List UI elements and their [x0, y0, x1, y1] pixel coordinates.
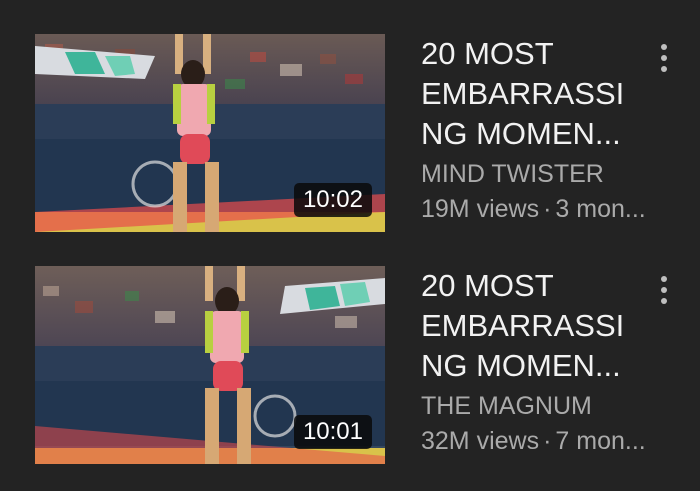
video-title-line: EMBARRASSI: [421, 76, 625, 111]
video-title[interactable]: 20 MOST EMBARRASSI NG MOMEN...: [421, 34, 676, 154]
video-duration: 10:01: [293, 415, 372, 449]
menu-dot: [661, 44, 667, 50]
video-title-line: NG MOMEN...: [421, 348, 621, 383]
upload-age: 7 mon...: [555, 427, 646, 455]
more-options-button[interactable]: [652, 270, 676, 310]
view-count: 32M views: [421, 427, 540, 455]
menu-dot: [661, 55, 667, 61]
video-title-line: NG MOMEN...: [421, 116, 621, 151]
video-info[interactable]: 20 MOST EMBARRASSI NG MOMEN... MIND TWIS…: [421, 34, 676, 227]
channel-name[interactable]: THE MAGNUM: [421, 389, 676, 424]
video-duration: 10:02: [293, 183, 372, 217]
video-title-line: 20 MOST: [421, 268, 554, 303]
video-card[interactable]: 10:01 20 MOST EMBARRASSI NG MOMEN... THE…: [0, 266, 700, 466]
video-title-line: EMBARRASSI: [421, 308, 625, 343]
menu-dot: [661, 66, 667, 72]
meta-separator: ·: [543, 195, 552, 223]
video-thumbnail[interactable]: 10:02: [35, 34, 385, 232]
menu-dot: [661, 287, 667, 293]
upload-age: 3 mon...: [555, 195, 646, 223]
video-card[interactable]: 10:02 20 MOST EMBARRASSI NG MOMEN... MIN…: [0, 34, 700, 234]
video-title[interactable]: 20 MOST EMBARRASSI NG MOMEN...: [421, 266, 676, 386]
menu-dot: [661, 298, 667, 304]
video-meta: 32M views · 7 mon...: [421, 424, 676, 459]
video-thumbnail[interactable]: 10:01: [35, 266, 385, 464]
video-info[interactable]: 20 MOST EMBARRASSI NG MOMEN... THE MAGNU…: [421, 266, 676, 459]
more-options-button[interactable]: [652, 38, 676, 78]
video-title-line: 20 MOST: [421, 36, 554, 71]
channel-name[interactable]: MIND TWISTER: [421, 157, 676, 192]
menu-dot: [661, 276, 667, 282]
video-meta: 19M views · 3 mon...: [421, 192, 676, 227]
meta-separator: ·: [543, 427, 552, 455]
view-count: 19M views: [421, 195, 540, 223]
